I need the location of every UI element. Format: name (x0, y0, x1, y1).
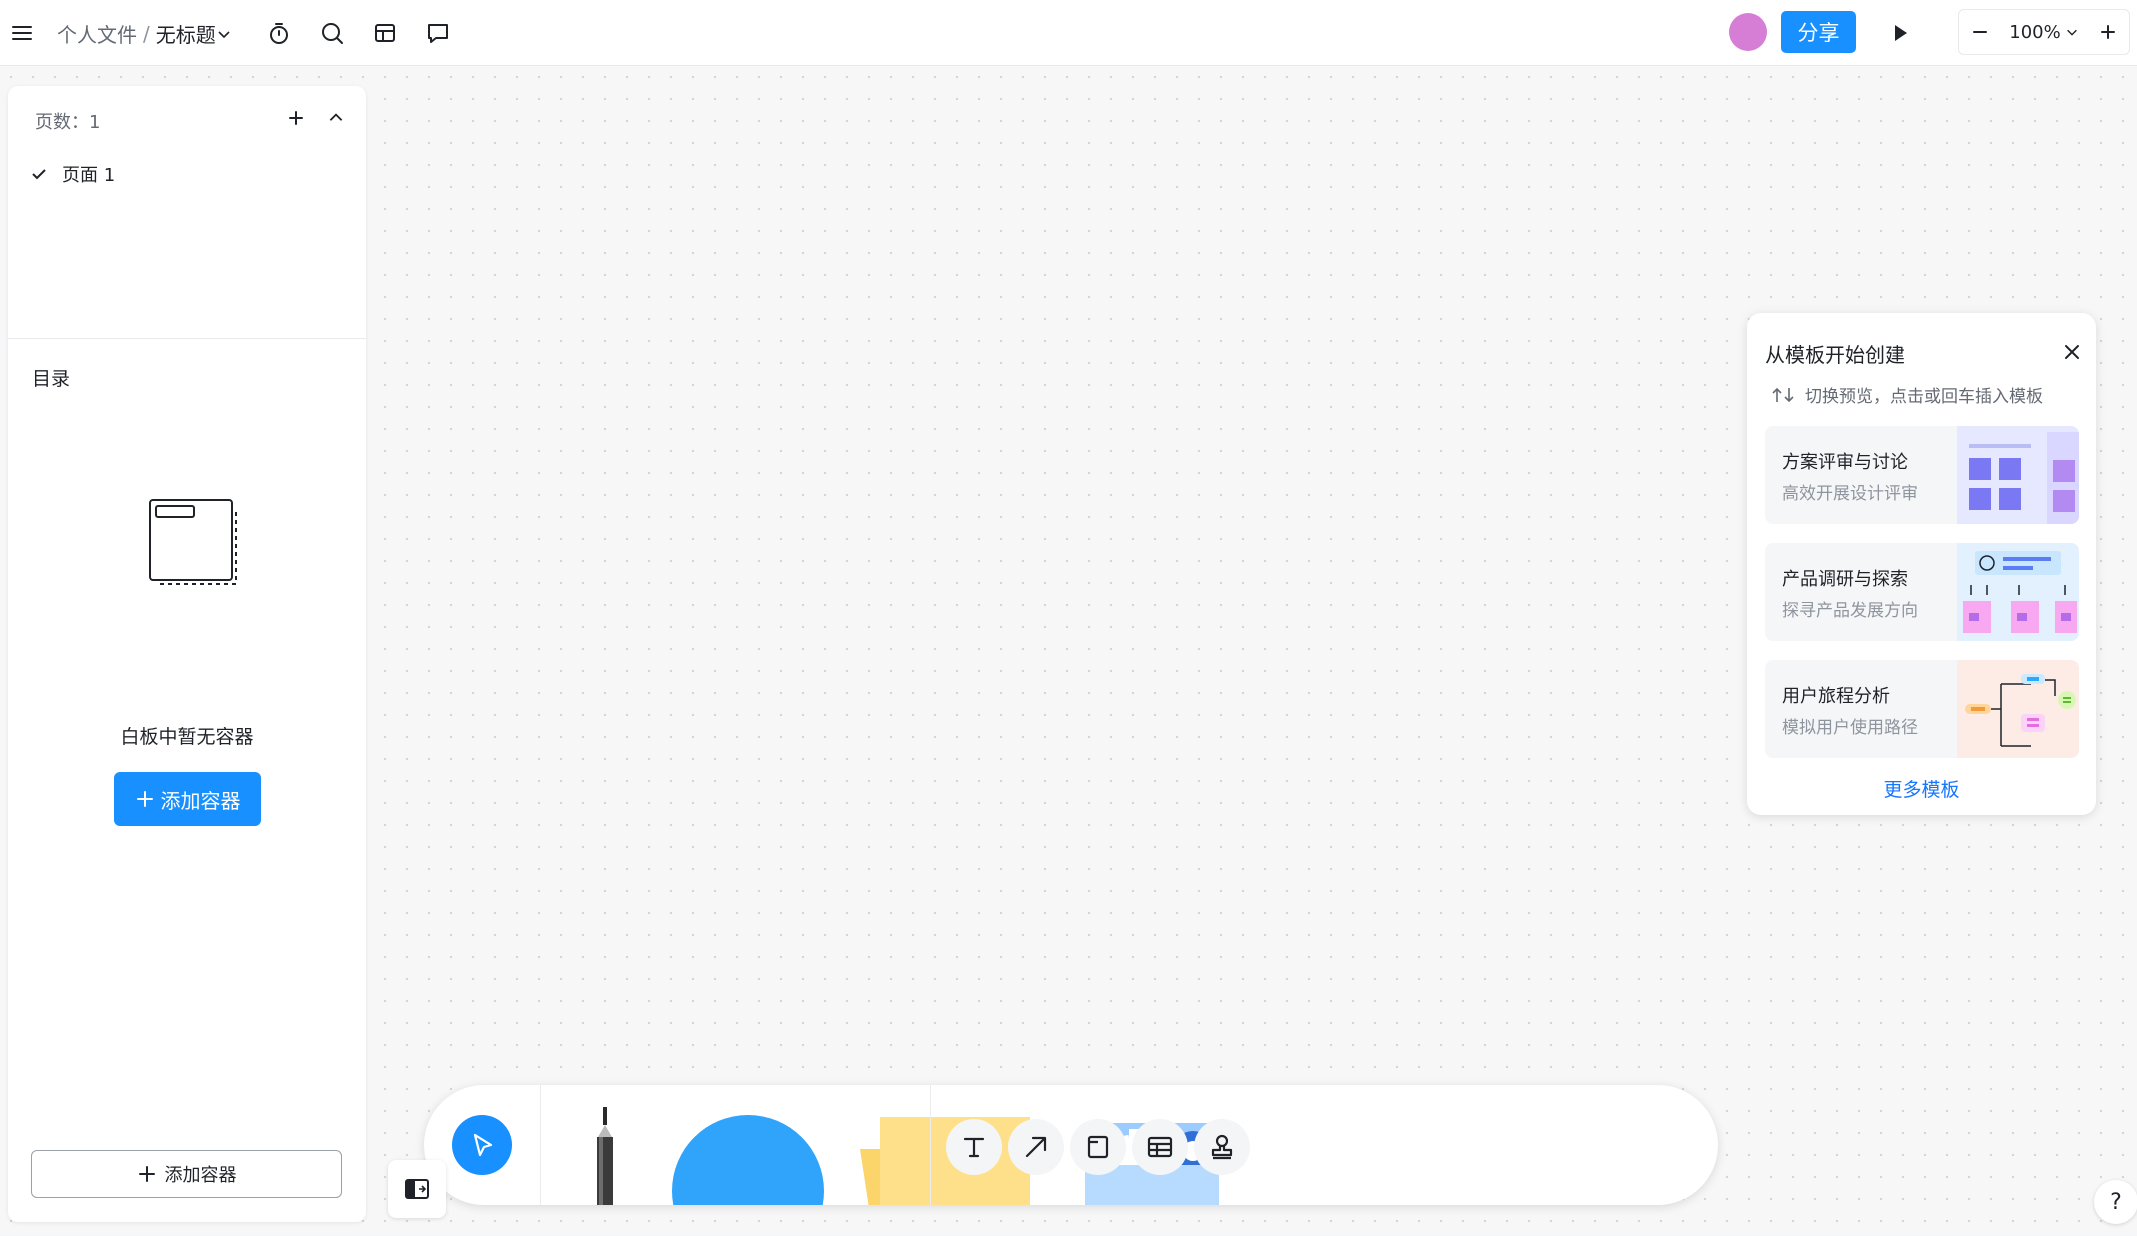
divider (8, 338, 366, 339)
zoom-in-icon[interactable] (2087, 10, 2129, 54)
template-hint: 切换预览，点击或回车插入模板 (1771, 382, 2043, 407)
search-icon[interactable] (310, 11, 354, 55)
share-button[interactable]: 分享 (1781, 11, 1856, 53)
frame-icon[interactable] (1070, 1119, 1126, 1175)
library-icon[interactable] (363, 11, 407, 55)
toc-title: 目录 (32, 368, 71, 390)
comment-icon[interactable] (416, 11, 460, 55)
template-card-design-review[interactable]: 方案评审与讨论 高效开展设计评审 (1765, 426, 2079, 524)
add-page-icon[interactable] (278, 100, 314, 136)
toolbar-divider (930, 1085, 931, 1205)
add-container-label: 添加容器 (160, 788, 241, 813)
add-container-bottom-button[interactable]: 添加容器 (31, 1150, 342, 1198)
breadcrumb: 个人文件 / 无标题 (57, 19, 232, 48)
template-hint-text: 切换预览，点击或回车插入模板 (1805, 387, 2043, 407)
pages-count: 页数：1 (35, 112, 101, 133)
template-name: 用户旅程分析 (1782, 686, 1890, 707)
check-icon (32, 169, 46, 180)
help-button[interactable]: ? (2094, 1180, 2137, 1224)
minimap-toggle-icon[interactable] (388, 1160, 446, 1218)
stamp-icon[interactable] (1194, 1119, 1250, 1175)
breadcrumb-root[interactable]: 个人文件 (57, 19, 137, 48)
page-list-item[interactable]: 页面 1 (30, 158, 115, 190)
chevron-down-icon (2066, 29, 2077, 36)
page-item-label: 页面 1 (62, 165, 116, 186)
plus-icon (136, 791, 153, 807)
zoom-out-icon[interactable] (1959, 10, 2001, 54)
empty-container-icon (149, 499, 237, 585)
present-play-icon[interactable] (1878, 11, 1922, 55)
document-title[interactable]: 无标题 (156, 19, 232, 48)
document-title-text: 无标题 (155, 23, 216, 47)
template-thumbnail (1957, 660, 2079, 758)
plus-icon (138, 1166, 155, 1182)
more-templates-link[interactable]: 更多模板 (1747, 775, 2096, 802)
shape-icon[interactable] (672, 1115, 824, 1205)
add-container-bottom-label: 添加容器 (164, 1165, 237, 1186)
template-panel: 从模板开始创建 切换预览，点击或回车插入模板 方案评审与讨论 高效开展设计评审 … (1747, 313, 2096, 815)
timer-icon[interactable] (257, 11, 301, 55)
template-desc: 高效开展设计评审 (1782, 484, 1918, 504)
table-icon[interactable] (1132, 1119, 1188, 1175)
template-panel-title: 从模板开始创建 (1765, 343, 1905, 367)
avatar[interactable] (1729, 13, 1767, 51)
empty-state-text: 白板中暂无容器 (120, 726, 254, 748)
breadcrumb-separator: / (143, 21, 150, 46)
top-bar: 个人文件 / 无标题 分享 100% (0, 0, 2137, 66)
add-container-button[interactable]: 添加容器 (114, 772, 261, 826)
zoom-level: 100% (2009, 21, 2061, 43)
left-panel: 页数：1 页面 1 目录 白板中暂无容器 添加容器 添加容器 (8, 86, 366, 1222)
close-icon[interactable] (2059, 339, 2085, 365)
template-desc: 探寻产品发展方向 (1782, 601, 1918, 621)
arrow-up-down-icon (1772, 387, 1794, 402)
template-name: 方案评审与讨论 (1782, 452, 1908, 473)
text-icon[interactable] (946, 1119, 1002, 1175)
template-thumbnail (1957, 543, 2079, 641)
sticky-note-icon[interactable] (856, 1115, 1034, 1205)
pen-icon[interactable] (586, 1107, 626, 1205)
select-icon[interactable] (452, 1115, 512, 1175)
template-desc: 模拟用户使用路径 (1782, 718, 1918, 738)
menu-icon[interactable] (0, 11, 44, 55)
toolbar-divider (540, 1085, 541, 1205)
template-thumbnail (1957, 426, 2079, 524)
chevron-down-icon (218, 30, 230, 38)
chevron-up-icon[interactable] (318, 100, 354, 136)
template-card-user-journey[interactable]: 用户旅程分析 模拟用户使用路径 (1765, 660, 2079, 758)
zoom-level-select[interactable]: 100% (2009, 22, 2078, 43)
bottom-toolbar (424, 1085, 1718, 1205)
arrow-icon[interactable] (1008, 1119, 1064, 1175)
zoom-control: 100% (1958, 9, 2130, 55)
template-card-product-research[interactable]: 产品调研与探索 探寻产品发展方向 (1765, 543, 2079, 641)
template-name: 产品调研与探索 (1782, 569, 1908, 590)
